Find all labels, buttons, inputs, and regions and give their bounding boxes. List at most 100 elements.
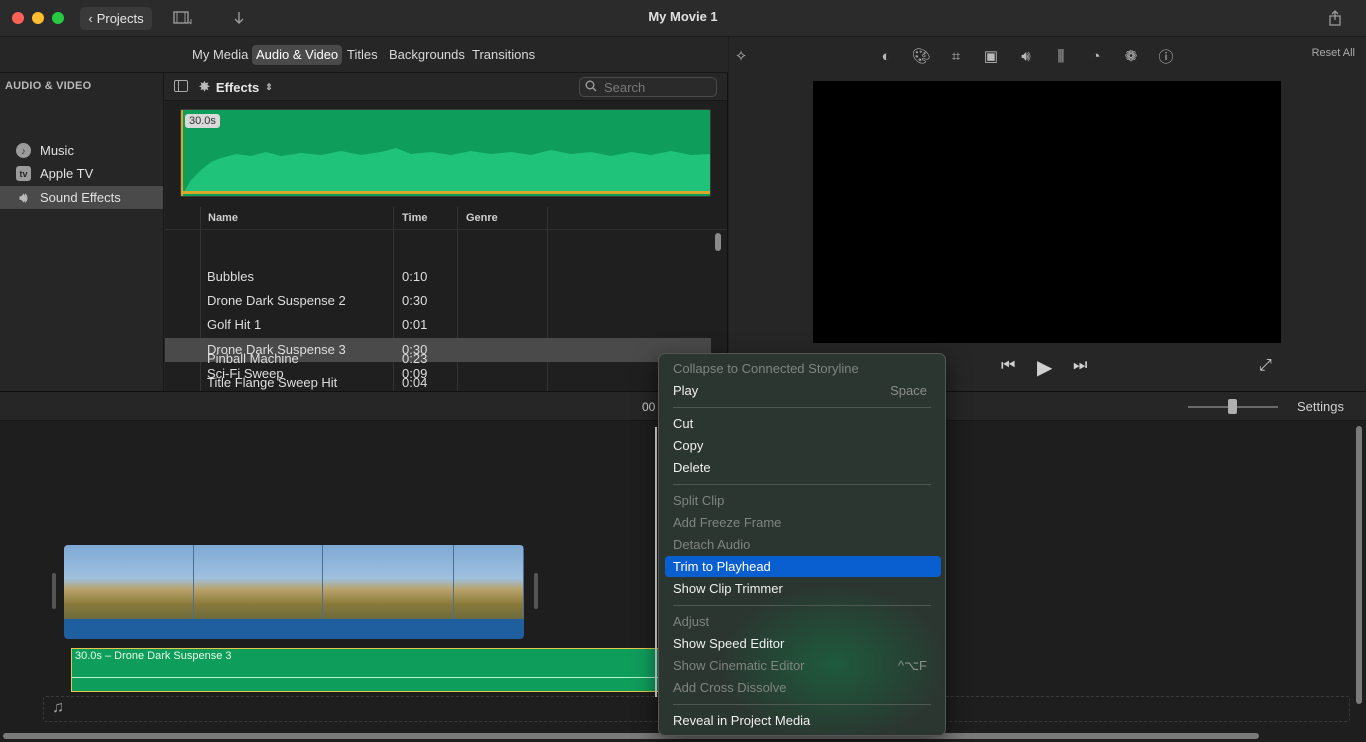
clip-trim-handle-right[interactable]	[534, 573, 538, 609]
shortcut-label: ^⌥F	[897, 658, 927, 673]
tab-my-media[interactable]: My Media	[188, 45, 252, 65]
tab-audio-video[interactable]: Audio & Video	[252, 45, 343, 65]
title-bar: ‹ Projects My Movie 1	[0, 0, 1366, 37]
menu-item-split-clip: Split Clip	[673, 493, 725, 508]
viewer-toolbar: ✧ ◐ 🎨︎ ⌗ ▣ 🔊︎ ⫼ ◔ ❁ ⓘ Reset All	[729, 37, 1366, 73]
share-icon[interactable]	[1322, 8, 1348, 28]
search-icon	[585, 80, 599, 95]
settings-button[interactable]: Settings	[1297, 399, 1344, 414]
row-time: 0:30	[402, 293, 428, 308]
menu-item-add-freeze-frame: Add Freeze Frame	[673, 515, 782, 530]
clip-thumbnail	[454, 545, 524, 619]
play-icon[interactable]: ▶︎	[1037, 355, 1052, 380]
fullscreen-icon[interactable]: ⤢	[1259, 357, 1272, 375]
col-genre[interactable]: Genre	[466, 212, 498, 224]
music-note-icon: ♫	[52, 699, 64, 716]
list-scrollbar[interactable]	[715, 233, 721, 251]
col-time[interactable]: Time	[402, 212, 427, 224]
updown-chevron-icon: ⇕	[265, 81, 273, 92]
menu-item-detach-audio: Detach Audio	[673, 537, 751, 552]
col-name[interactable]: Name	[208, 212, 238, 224]
menu-item-play[interactable]: Play Space	[665, 380, 941, 401]
table-row[interactable]: Title Flange Sweep Hit 0:04	[165, 371, 711, 391]
sidebar-item-apple-tv[interactable]: tv Apple TV	[0, 162, 163, 185]
menu-item-reveal-in-project-media[interactable]: Reveal in Project Media	[665, 710, 941, 731]
clip-thumbnail	[194, 545, 323, 619]
waveform-start-line	[181, 110, 183, 196]
row-time: 0:10	[402, 269, 428, 284]
speaker-icon: 🔊︎	[19, 189, 28, 205]
row-name: Golf Hit 1	[207, 317, 262, 332]
tab-transitions[interactable]: Transitions	[468, 45, 539, 65]
waveform-graphic	[183, 148, 710, 194]
menu-separator	[673, 484, 931, 485]
color-palette-icon[interactable]: 🎨︎	[911, 46, 931, 66]
table-row[interactable]: Bubbles 0:10	[165, 265, 711, 289]
tab-backgrounds[interactable]: Backgrounds	[385, 45, 469, 65]
crop-icon[interactable]: ⌗	[946, 46, 966, 66]
viewer-panel: ✧ ◐ 🎨︎ ⌗ ▣ 🔊︎ ⫼ ◔ ❁ ⓘ Reset All ⏮︎ ▶︎ ⏭︎…	[729, 37, 1366, 391]
timeline-vertical-scrollbar[interactable]	[1356, 426, 1362, 704]
clip-audio-waveform	[64, 619, 524, 639]
menu-item-trim-to-playhead[interactable]: Trim to Playhead	[665, 556, 941, 577]
filter-icon[interactable]: ❁	[1121, 46, 1141, 66]
search-placeholder: Search	[604, 79, 646, 95]
timecode: 00	[642, 400, 656, 414]
volume-icon[interactable]: 🔊︎	[1016, 46, 1036, 66]
volume-line[interactable]	[72, 677, 661, 678]
reset-all-button[interactable]: Reset All	[1312, 47, 1355, 59]
playhead[interactable]	[655, 427, 657, 697]
menu-item-delete[interactable]: Delete	[665, 457, 941, 478]
menu-separator	[673, 407, 931, 408]
duration-badge: 30.0s	[185, 114, 220, 128]
search-field[interactable]: Search	[579, 77, 717, 97]
table-row[interactable]: Pinball Machine 0:23	[165, 347, 711, 371]
equalizer-icon[interactable]: ⫼	[1051, 46, 1071, 66]
waveform-baseline	[181, 191, 710, 194]
library-sidebar: AUDIO & VIDEO ♪ Music tv Apple TV 🔊︎ Sou…	[0, 73, 164, 391]
skip-back-icon[interactable]: ⏮︎	[1001, 357, 1015, 375]
category-popup[interactable]: ✸ Effects ⇕	[199, 79, 273, 95]
info-icon[interactable]: ⓘ	[1156, 46, 1176, 66]
music-note-icon: ♪	[16, 143, 31, 158]
content-toolbar: ✸ Effects ⇕ Search	[165, 73, 727, 101]
sidebar-header: AUDIO & VIDEO	[5, 80, 92, 92]
menu-item-collapse-storyline: Collapse to Connected Storyline	[673, 361, 859, 376]
menu-item-copy[interactable]: Copy	[665, 435, 941, 456]
sound-effect-clip[interactable]: 30.0s – Drone Dark Suspense 3	[71, 648, 661, 692]
stabilization-camera-icon[interactable]: ▣	[981, 46, 1001, 66]
sidebar-item-sound-effects[interactable]: 🔊︎ Sound Effects	[0, 186, 163, 209]
video-clip[interactable]	[64, 545, 524, 639]
menu-item-show-speed-editor[interactable]: Show Speed Editor	[665, 633, 941, 654]
video-preview	[813, 81, 1281, 343]
media-tabs: My Media Audio & Video Titles Background…	[0, 37, 728, 73]
audio-preview-waveform[interactable]: 30.0s	[180, 109, 711, 197]
window-title: My Movie 1	[648, 9, 718, 24]
magic-wand-icon[interactable]: ✧	[731, 46, 751, 66]
row-time: 0:23	[402, 351, 428, 366]
skip-forward-icon[interactable]: ⏭︎	[1073, 357, 1087, 375]
tab-titles[interactable]: Titles	[343, 45, 382, 65]
clip-thumbnail	[64, 545, 194, 619]
toggle-sidebar-icon[interactable]	[174, 80, 188, 92]
menu-item-show-cinematic-editor: Show Cinematic Editor ^⌥F	[665, 655, 941, 676]
table-row[interactable]: Drone Dark Suspense 2 0:30	[165, 289, 711, 313]
shortcut-label: Space	[890, 383, 927, 398]
clip-trim-handle-left[interactable]	[52, 573, 56, 609]
menu-item-show-clip-trimmer[interactable]: Show Clip Trimmer	[665, 578, 941, 599]
sidebar-item-music[interactable]: ♪ Music	[0, 139, 163, 162]
sound-effects-content: ✸ Effects ⇕ Search 30.0s Name Time Genre	[165, 73, 727, 391]
row-name: Drone Dark Suspense 2	[207, 293, 346, 308]
timeline-horizontal-scrollbar[interactable]	[3, 733, 1259, 739]
menu-item-add-cross-dissolve: Add Cross Dissolve	[673, 680, 787, 695]
row-name: Bubbles	[207, 269, 254, 284]
appletv-icon: tv	[16, 166, 31, 181]
media-browser: My Media Audio & Video Titles Background…	[0, 37, 728, 391]
table-row[interactable]: Golf Hit 1 0:01	[165, 313, 711, 337]
color-balance-icon[interactable]: ◐	[876, 46, 896, 66]
zoom-slider-knob[interactable]	[1228, 399, 1237, 414]
speed-gauge-icon[interactable]: ◔	[1086, 46, 1106, 66]
row-name: Pinball Machine	[207, 351, 299, 366]
clip-thumbnail	[323, 545, 454, 619]
menu-item-cut[interactable]: Cut	[665, 413, 941, 434]
